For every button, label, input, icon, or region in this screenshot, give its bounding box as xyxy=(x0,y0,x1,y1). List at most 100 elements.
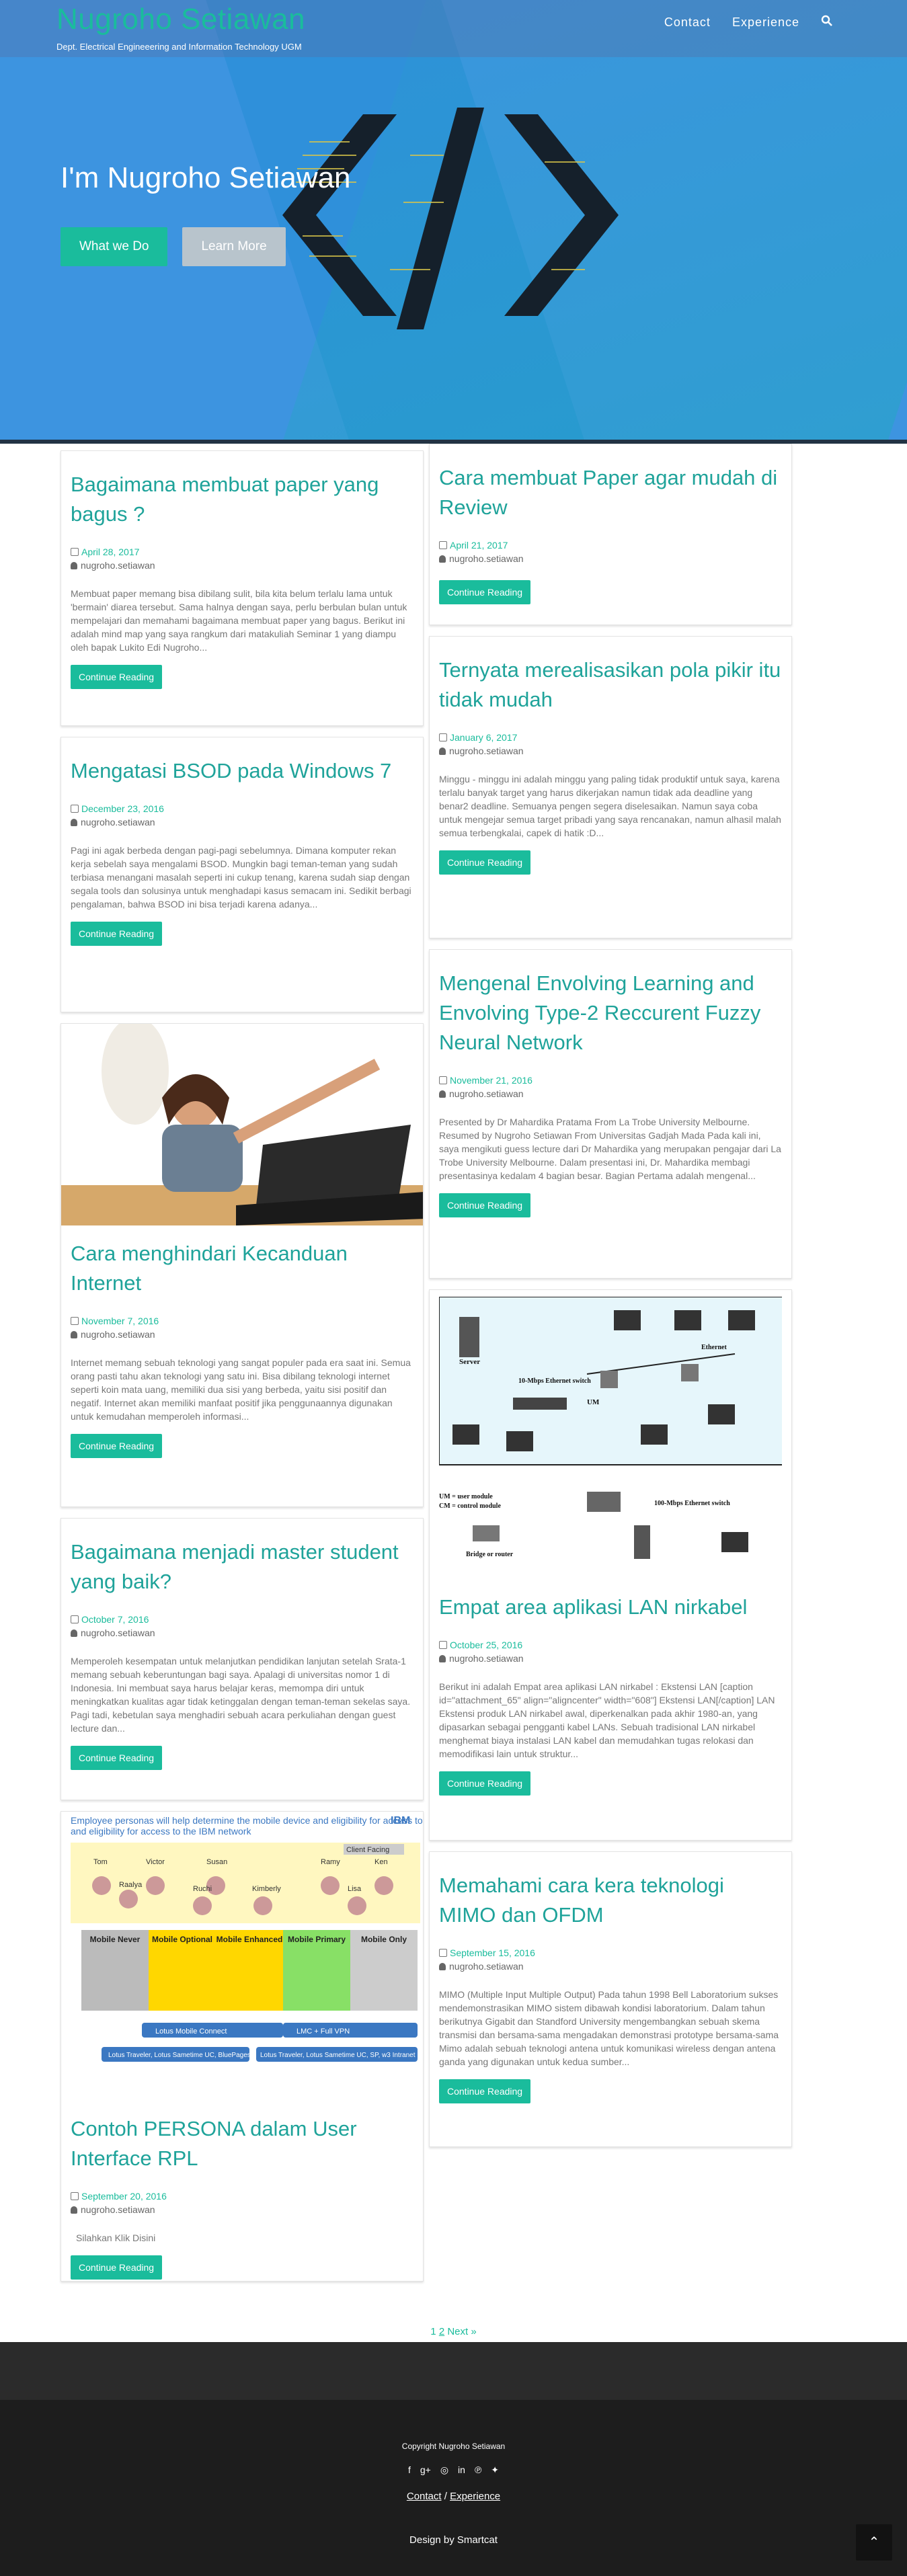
post-date[interactable]: November 21, 2016 xyxy=(450,1075,533,1086)
user-icon xyxy=(439,1963,446,1970)
main-nav: Contact Experience xyxy=(664,15,833,30)
twitter-icon[interactable]: ✦ xyxy=(491,2464,499,2476)
post-title[interactable]: Mengatasi BSOD pada Windows 7 xyxy=(71,756,413,786)
post-title[interactable]: Bagaimana menjadi master student yang ba… xyxy=(71,1537,413,1597)
instagram-icon[interactable]: ◎ xyxy=(440,2464,448,2476)
continue-reading-button[interactable]: Continue Reading xyxy=(439,2079,531,2103)
post-title[interactable]: Contoh PERSONA dalam User Interface RPL xyxy=(71,2114,413,2173)
post-date[interactable]: November 7, 2016 xyxy=(81,1316,159,1326)
post-card: Bagaimana membuat paper yang bagus ? Apr… xyxy=(61,450,424,726)
top-navbar: Nugroho Setiawan Dept. Electrical Engine… xyxy=(0,0,907,57)
svg-text:UM = user module: UM = user module xyxy=(439,1493,493,1500)
continue-reading-button[interactable]: Continue Reading xyxy=(439,1771,531,1796)
design-credit[interactable]: Design by Smartcat xyxy=(0,2534,907,2546)
post-card: Cara menghindari Kecanduan Internet Nove… xyxy=(61,1023,424,1507)
post-title[interactable]: Empat area aplikasi LAN nirkabel xyxy=(439,1593,782,1622)
calendar-icon xyxy=(439,1641,447,1649)
posts-left-column: Bagaimana membuat paper yang bagus ? Apr… xyxy=(61,450,424,2292)
post-title[interactable]: Bagaimana membuat paper yang bagus ? xyxy=(71,470,413,529)
user-icon xyxy=(71,819,77,826)
nav-contact[interactable]: Contact xyxy=(664,15,711,30)
post-date[interactable]: December 23, 2016 xyxy=(81,803,164,814)
facebook-icon[interactable]: f xyxy=(408,2464,411,2476)
svg-text:Susan: Susan xyxy=(206,1858,227,1866)
post-title[interactable]: Ternyata merealisasikan pola pikir itu t… xyxy=(439,655,782,715)
svg-text:Kimberly: Kimberly xyxy=(252,1885,281,1893)
post-title[interactable]: Memahami cara kera teknologi MIMO dan OF… xyxy=(439,1871,782,1930)
chevron-up-icon: ⌃ xyxy=(868,2535,880,2550)
post-excerpt: Memperoleh kesempatan untuk melanjutkan … xyxy=(71,1656,411,1734)
continue-reading-button[interactable]: Continue Reading xyxy=(71,665,163,689)
post-title[interactable]: Cara membuat Paper agar mudah di Review xyxy=(439,463,782,522)
post-card: Memahami cara kera teknologi MIMO dan OF… xyxy=(429,1851,792,2147)
post-date[interactable]: September 20, 2016 xyxy=(81,2191,167,2202)
hero-title: I'm Nugroho Setiawan xyxy=(61,161,351,194)
hero-banner: I'm Nugroho Setiawan What we Do Learn Mo… xyxy=(0,0,907,444)
linkedin-icon[interactable]: in xyxy=(458,2464,465,2476)
post-author: nugroho.setiawan xyxy=(449,553,524,564)
user-icon xyxy=(439,1655,446,1662)
continue-reading-button[interactable]: Continue Reading xyxy=(71,1746,163,1770)
calendar-icon xyxy=(71,2192,79,2200)
post-date[interactable]: April 21, 2017 xyxy=(450,540,508,551)
post-title[interactable]: Mengenal Envolving Learning and Envolvin… xyxy=(439,969,782,1057)
post-author: nugroho.setiawan xyxy=(449,1961,524,1972)
continue-reading-button[interactable]: Continue Reading xyxy=(439,1193,531,1217)
search-icon[interactable] xyxy=(821,15,833,30)
learn-more-button[interactable]: Learn More xyxy=(182,227,286,266)
user-icon xyxy=(439,748,446,755)
lan-network-diagram: Server 10-Mbps Ethernet switch Ethernet … xyxy=(439,1297,782,1579)
post-date[interactable]: October 25, 2016 xyxy=(450,1640,522,1650)
internet-addiction-photo xyxy=(61,1024,423,1225)
post-author: nugroho.setiawan xyxy=(449,746,524,756)
pinterest-icon[interactable]: ℗ xyxy=(475,2464,481,2476)
post-card: Server 10-Mbps Ethernet switch Ethernet … xyxy=(429,1289,792,1841)
svg-text:Raalya: Raalya xyxy=(119,1881,143,1889)
continue-reading-button[interactable]: Continue Reading xyxy=(71,1434,163,1458)
svg-text:Lisa: Lisa xyxy=(348,1885,362,1893)
client-facing-label: Client Facing xyxy=(346,1846,389,1854)
calendar-icon xyxy=(71,805,79,813)
svg-text:Mobile Enhanced: Mobile Enhanced xyxy=(216,1935,283,1944)
post-author: nugroho.setiawan xyxy=(449,1653,524,1664)
page-1: 1 xyxy=(430,2326,436,2337)
footer-separator: / xyxy=(444,2491,447,2502)
footer-contact-link[interactable]: Contact xyxy=(407,2491,442,2502)
continue-reading-button[interactable]: Continue Reading xyxy=(439,580,531,604)
site-tagline: Dept. Electrical Engineeering and Inform… xyxy=(56,42,302,52)
post-author: nugroho.setiawan xyxy=(81,817,155,828)
calendar-icon xyxy=(71,548,79,556)
site-brand[interactable]: Nugroho Setiawan xyxy=(56,3,305,36)
back-to-top-button[interactable]: ⌃ xyxy=(856,2524,892,2561)
post-author: nugroho.setiawan xyxy=(81,2204,155,2215)
google-plus-icon[interactable]: g+ xyxy=(420,2464,431,2476)
post-excerpt: Berikut ini adalah Empat area aplikasi L… xyxy=(439,1681,775,1759)
continue-reading-button[interactable]: Continue Reading xyxy=(439,850,531,875)
nav-experience[interactable]: Experience xyxy=(732,15,799,30)
post-excerpt: Minggu - minggu ini adalah minggu yang p… xyxy=(439,774,781,838)
post-card: Mengatasi BSOD pada Windows 7 December 2… xyxy=(61,737,424,1012)
svg-text:Lotus Mobile Connect: Lotus Mobile Connect xyxy=(155,2027,227,2036)
post-date[interactable]: January 6, 2017 xyxy=(450,732,517,743)
svg-text:Bridge or router: Bridge or router xyxy=(466,1551,514,1558)
calendar-icon xyxy=(71,1615,79,1623)
continue-reading-button[interactable]: Continue Reading xyxy=(71,2255,163,2280)
next-page-link[interactable]: Next » xyxy=(447,2326,476,2337)
post-card: Ternyata merealisasikan pola pikir itu t… xyxy=(429,636,792,938)
continue-reading-button[interactable]: Continue Reading xyxy=(71,922,163,946)
post-card: Employee personas will help determine th… xyxy=(61,1811,424,2282)
page-2-link[interactable]: 2 xyxy=(439,2326,444,2337)
post-date[interactable]: April 28, 2017 xyxy=(81,547,139,557)
svg-text:and eligibility for access to: and eligibility for access to the IBM ne… xyxy=(71,1826,251,1837)
svg-text:Victor: Victor xyxy=(146,1858,165,1866)
svg-text:Mobile Optional: Mobile Optional xyxy=(152,1935,212,1944)
what-we-do-button[interactable]: What we Do xyxy=(61,227,168,266)
post-title[interactable]: Cara menghindari Kecanduan Internet xyxy=(71,1239,413,1298)
post-date[interactable]: September 15, 2016 xyxy=(450,1947,535,1958)
calendar-icon xyxy=(71,1317,79,1325)
svg-text:Lotus Traveler, Lotus Sametime: Lotus Traveler, Lotus Sametime UC, BlueP… xyxy=(108,2052,251,2059)
post-author: nugroho.setiawan xyxy=(81,1627,155,1638)
footer-experience-link[interactable]: Experience xyxy=(450,2491,500,2502)
svg-text:10-Mbps Ethernet switch: 10-Mbps Ethernet switch xyxy=(518,1377,591,1385)
post-date[interactable]: October 7, 2016 xyxy=(81,1614,149,1625)
